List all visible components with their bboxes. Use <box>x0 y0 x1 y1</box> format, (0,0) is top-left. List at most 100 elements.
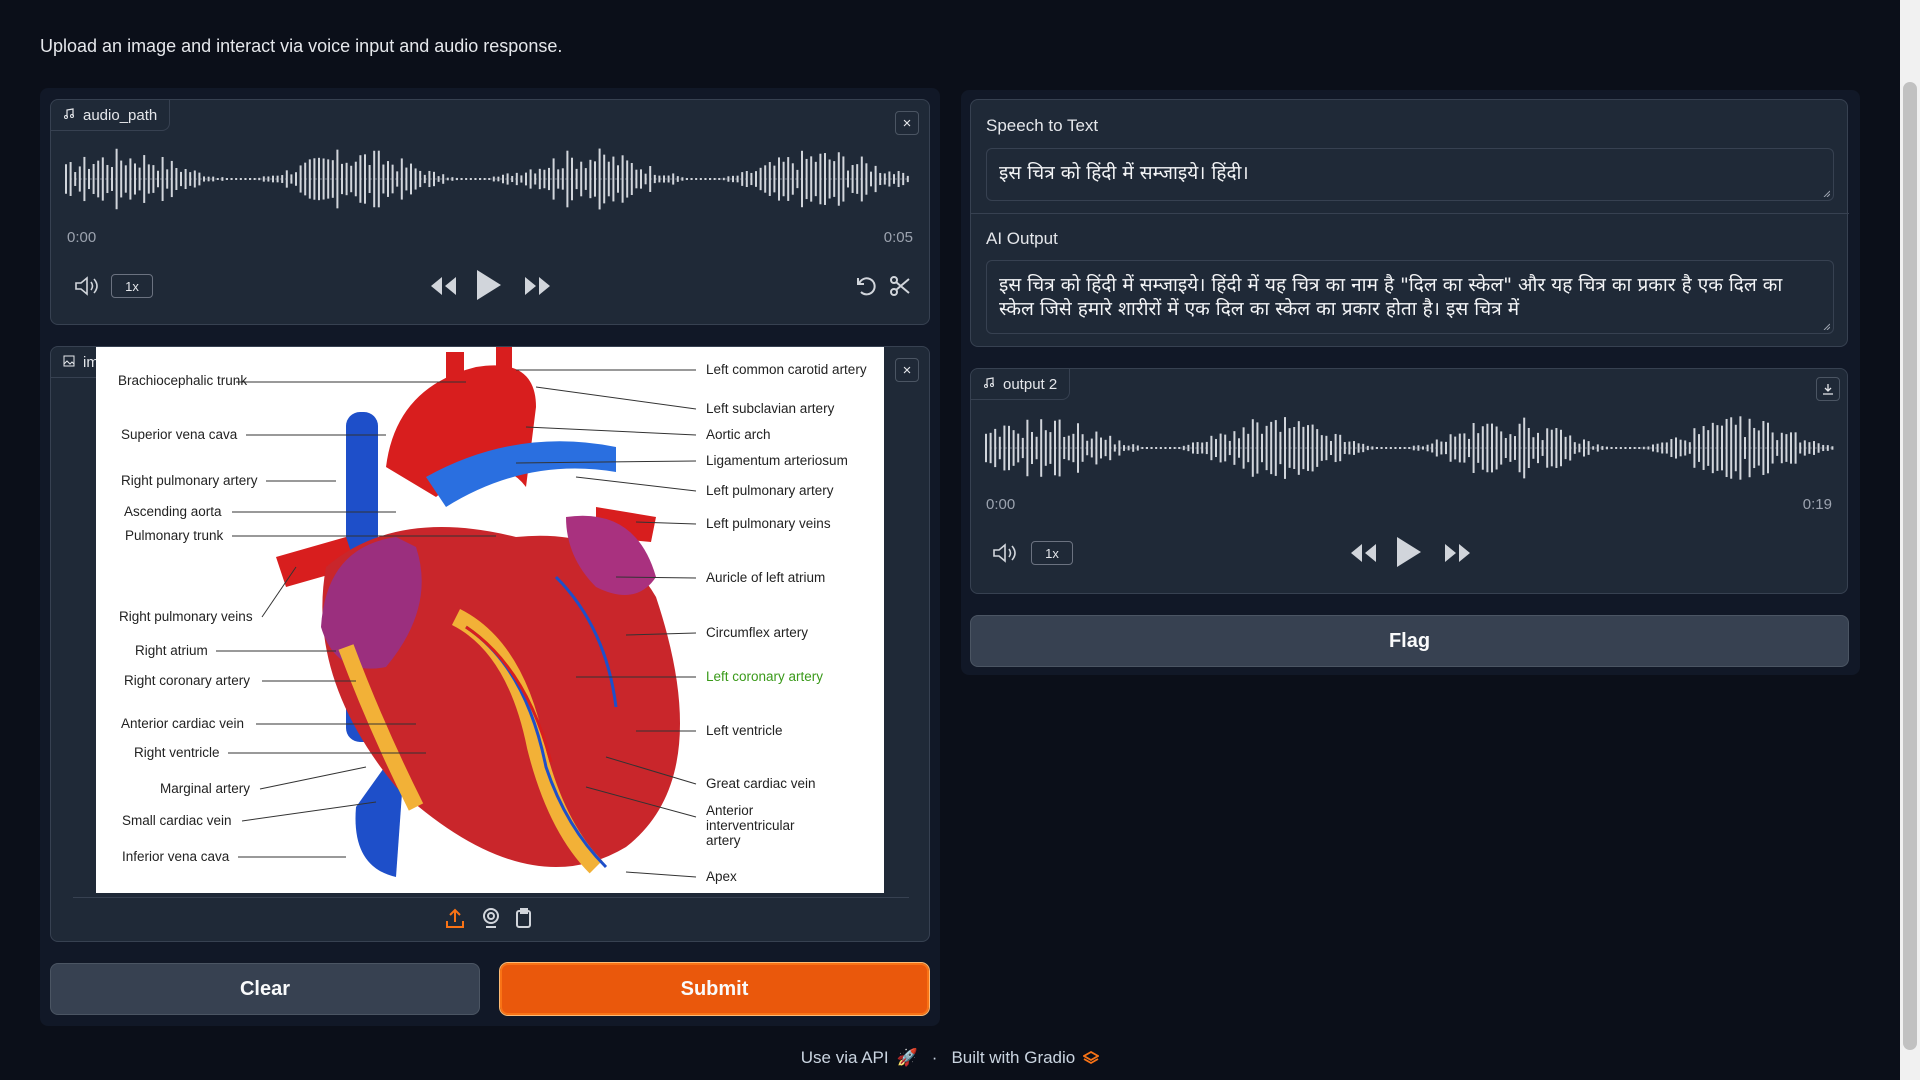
waveform-bar <box>354 161 357 197</box>
waveform-bar <box>699 178 702 180</box>
waveform-bar <box>258 177 261 181</box>
waveform-bar <box>819 153 822 205</box>
playback-rate-button[interactable]: 1x <box>111 274 153 298</box>
fast-forward-icon[interactable] <box>523 275 553 297</box>
resize-handle-icon[interactable] <box>1822 189 1830 197</box>
waveform-bar <box>180 171 182 187</box>
waveform-bar <box>1426 444 1429 452</box>
waveform-bar <box>1449 434 1452 462</box>
waveform-bar <box>373 150 376 208</box>
waveform-bar <box>166 169 169 189</box>
waveform-bar <box>1514 436 1516 460</box>
submit-button[interactable]: Submit <box>499 962 930 1016</box>
waveform-bar <box>396 171 399 187</box>
waveform-bar <box>621 155 624 203</box>
waveform-bar <box>1633 447 1636 449</box>
waveform-bar <box>1606 446 1608 450</box>
waveform-bar <box>1790 432 1792 464</box>
waveform-bar <box>860 156 863 202</box>
webcam-icon[interactable] <box>481 907 501 929</box>
waveform-bar <box>1491 423 1493 473</box>
resize-handle-icon[interactable] <box>1822 322 1830 330</box>
fast-forward-icon[interactable] <box>1443 542 1473 564</box>
volume-icon[interactable] <box>991 542 1019 564</box>
waveform-bar <box>906 175 909 183</box>
waveform-bar <box>1380 447 1383 449</box>
page-scrollbar[interactable] <box>1900 0 1920 1080</box>
waveform-bar <box>750 172 753 186</box>
waveform-bar <box>1808 442 1811 454</box>
waveform-bar <box>1831 446 1834 450</box>
flag-button[interactable]: Flag <box>970 615 1849 667</box>
waveform-bar <box>129 158 132 200</box>
waveform-bar <box>722 177 725 181</box>
waveform-bar <box>985 433 987 463</box>
waveform-bar <box>410 163 412 195</box>
waveform-bar <box>69 162 72 196</box>
audio-output-block: output 2 0:00 0:19 1x <box>970 368 1848 594</box>
play-icon[interactable] <box>1395 535 1423 569</box>
waveform-bar <box>1178 447 1181 449</box>
trim-scissors-icon[interactable] <box>888 274 912 298</box>
audio-input-label: audio_path <box>83 106 158 124</box>
ai-output-label: AI Output <box>986 229 1058 248</box>
rewind-icon[interactable] <box>1348 542 1378 564</box>
scrollbar-thumb[interactable] <box>1903 82 1917 1050</box>
waveform-bar <box>460 178 463 180</box>
play-icon[interactable] <box>475 268 503 302</box>
waveform-bar <box>345 162 348 196</box>
waveform-bar <box>1343 442 1346 454</box>
waveform-bar <box>1642 446 1645 450</box>
waveform-bar <box>768 162 771 196</box>
waveform-bar <box>1256 422 1259 474</box>
download-button[interactable] <box>1816 377 1840 401</box>
waveform-bar <box>1481 426 1484 470</box>
diagram-label-right: Auricle of left atrium <box>706 570 826 585</box>
waveform-bar <box>520 175 523 183</box>
waveform-bar <box>1665 442 1668 454</box>
built-with-gradio-link[interactable]: Built with Gradio <box>951 1048 1075 1068</box>
diagram-label-left: Pulmonary trunk <box>125 528 224 543</box>
playback-rate-button[interactable]: 1x <box>1031 541 1073 565</box>
clear-button[interactable]: Clear <box>50 963 480 1015</box>
audio-input-waveform[interactable] <box>65 144 910 214</box>
waveform-bar <box>1219 433 1222 463</box>
waveform-bar <box>589 159 592 199</box>
waveform-bar <box>249 178 251 180</box>
use-via-api-link[interactable]: Use via API <box>801 1048 889 1068</box>
waveform-bar <box>147 164 150 194</box>
waveform-bar <box>1187 444 1190 452</box>
waveform-bar <box>883 173 886 185</box>
ai-output-textbox[interactable]: इस चित्र को हिंदी में सम्जाइये। हिंदी मे… <box>986 260 1834 334</box>
waveform-bar <box>1504 437 1507 459</box>
waveform-bar <box>92 164 95 194</box>
waveform-bar <box>1813 441 1815 455</box>
waveform-bar <box>1021 437 1024 459</box>
waveform-bar <box>1629 447 1631 449</box>
image-clear-button[interactable]: × <box>895 358 919 382</box>
waveform-bar <box>1656 443 1659 453</box>
waveform-bar <box>667 175 670 183</box>
waveform-bar <box>497 176 500 182</box>
undo-icon[interactable] <box>854 274 878 298</box>
waveform-bar <box>1173 447 1176 449</box>
diagram-label-left: Right atrium <box>135 643 208 658</box>
clipboard-icon[interactable] <box>514 907 534 929</box>
waveform-bar <box>897 170 900 188</box>
waveform-bar <box>1376 447 1378 449</box>
diagram-label-right: Left subclavian artery <box>706 401 835 416</box>
audio-clear-button[interactable]: × <box>895 111 919 135</box>
audio-output-waveform[interactable] <box>985 413 1835 483</box>
waveform-bar <box>336 149 339 209</box>
upload-icon[interactable] <box>445 907 465 929</box>
waveform-bar <box>1228 440 1231 456</box>
waveform-bar <box>690 178 693 180</box>
speech-to-text-output[interactable]: इस चित्र को हिंदी में सम्जाइये। हिंदी। <box>986 148 1834 201</box>
waveform-bar <box>1619 447 1622 449</box>
volume-icon[interactable] <box>73 275 101 297</box>
rewind-icon[interactable] <box>428 275 458 297</box>
waveform-bar <box>1555 428 1558 468</box>
waveform-bar <box>1238 438 1240 458</box>
waveform-bar <box>1067 435 1070 461</box>
waveform-bar <box>304 162 307 196</box>
